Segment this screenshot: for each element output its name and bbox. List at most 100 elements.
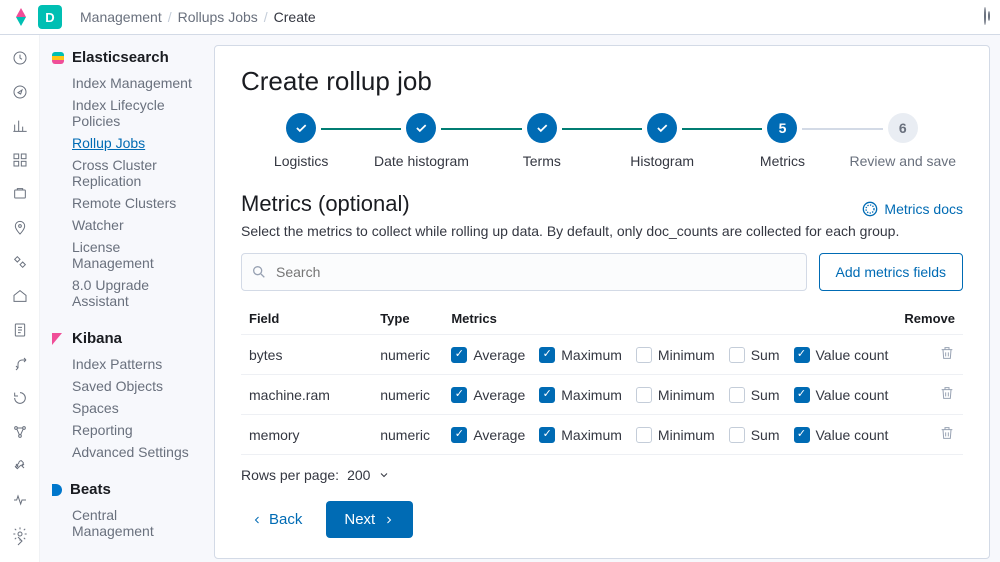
cell-field: memory (241, 415, 372, 455)
cell-metrics: Average Maximum Minimum Sum Value count (443, 415, 896, 455)
page-title: Create rollup job (241, 66, 963, 97)
metric-checkbox-minimum[interactable]: Minimum (636, 387, 715, 403)
canvas-icon[interactable] (11, 185, 29, 203)
next-label: Next (344, 511, 375, 528)
trash-icon[interactable] (939, 385, 955, 401)
checkbox-box (794, 427, 810, 443)
step-logistics[interactable]: Logistics (241, 113, 361, 169)
cell-field: bytes (241, 335, 372, 375)
col-type[interactable]: Type (372, 301, 443, 335)
ml-icon[interactable] (11, 253, 29, 271)
checkbox-box (539, 427, 555, 443)
sidebar-section-elasticsearch: Elasticsearch Index Management Index Lif… (52, 49, 202, 312)
breadcrumb-rollups-jobs[interactable]: Rollups Jobs (178, 9, 258, 25)
sidebar-item-ilm[interactable]: Index Lifecycle Policies (52, 94, 202, 132)
metrics-docs-link[interactable]: Metrics docs (862, 201, 963, 217)
sidebar-title-kibana: Kibana (52, 330, 202, 347)
maps-icon[interactable] (11, 219, 29, 237)
checkbox-box (729, 387, 745, 403)
checkbox-box (794, 387, 810, 403)
recent-icon[interactable] (11, 49, 29, 67)
visualize-icon[interactable] (11, 117, 29, 135)
sidebar-item-license[interactable]: License Management (52, 236, 202, 274)
metric-checkbox-sum[interactable]: Sum (729, 347, 780, 363)
step-terms[interactable]: Terms (482, 113, 602, 169)
metric-checkbox-minimum[interactable]: Minimum (636, 347, 715, 363)
top-right-actions (984, 8, 986, 24)
step-date-histogram[interactable]: Date histogram (361, 113, 481, 169)
monitoring-icon[interactable] (11, 491, 29, 509)
metric-checkbox-average[interactable]: Average (451, 347, 525, 363)
sidebar-item-remote-clusters[interactable]: Remote Clusters (52, 192, 202, 214)
metric-checkbox-maximum[interactable]: Maximum (539, 427, 622, 443)
apm-icon[interactable] (11, 355, 29, 373)
search-input[interactable] (241, 253, 807, 291)
col-field[interactable]: Field (241, 301, 372, 335)
collapse-icon[interactable] (11, 532, 29, 550)
graph-icon[interactable] (11, 423, 29, 441)
metric-checkbox-sum[interactable]: Sum (729, 387, 780, 403)
uptime-icon[interactable] (11, 389, 29, 407)
breadcrumb-create: Create (274, 9, 316, 25)
wizard-stepper: Logistics Date histogram Terms Histogram (241, 113, 963, 169)
breadcrumb-sep: / (264, 9, 268, 25)
help-icon[interactable] (984, 7, 986, 25)
step-histogram[interactable]: Histogram (602, 113, 722, 169)
metric-checkbox-average[interactable]: Average (451, 387, 525, 403)
sidebar-item-index-patterns[interactable]: Index Patterns (52, 353, 202, 375)
docs-link-label: Metrics docs (884, 201, 963, 217)
checkbox-box (451, 387, 467, 403)
kibana-logo-icon[interactable] (12, 8, 30, 26)
rows-per-page[interactable]: Rows per page: 200 (241, 455, 963, 501)
sidebar-item-ccr[interactable]: Cross Cluster Replication (52, 154, 202, 192)
metric-checkbox-maximum[interactable]: Maximum (539, 387, 622, 403)
logs-icon[interactable] (11, 321, 29, 339)
back-button[interactable]: Back (241, 503, 312, 536)
metric-checkbox-average[interactable]: Average (451, 427, 525, 443)
trash-icon[interactable] (939, 425, 955, 441)
metric-checkbox-sum[interactable]: Sum (729, 427, 780, 443)
step-label: Review and save (843, 153, 963, 169)
table-row: machine.ramnumericAverageMaximumMinimumS… (241, 375, 963, 415)
space-badge[interactable]: D (38, 5, 62, 29)
step-metrics[interactable]: 5 Metrics (722, 113, 842, 169)
sidebar-item-watcher[interactable]: Watcher (52, 214, 202, 236)
sidebar-section-kibana: Kibana Index Patterns Saved Objects Spac… (52, 330, 202, 463)
metric-checkbox-value-count[interactable]: Value count (794, 427, 889, 443)
sidebar-item-saved-objects[interactable]: Saved Objects (52, 375, 202, 397)
metric-checkbox-value-count[interactable]: Value count (794, 347, 889, 363)
sidebar-item-rollup-jobs[interactable]: Rollup Jobs (52, 132, 202, 154)
checkbox-box (636, 427, 652, 443)
checkbox-box (451, 347, 467, 363)
checkbox-box (794, 347, 810, 363)
sidebar-item-advanced-settings[interactable]: Advanced Settings (52, 441, 202, 463)
metrics-table: Field Type Metrics Remove bytesnumericAv… (241, 301, 963, 455)
sidebar-item-central-management[interactable]: Central Management (52, 504, 202, 542)
cell-type: numeric (372, 375, 443, 415)
sidebar-item-upgrade-assistant[interactable]: 8.0 Upgrade Assistant (52, 274, 202, 312)
col-metrics: Metrics (443, 301, 896, 335)
breadcrumb-management[interactable]: Management (80, 9, 162, 25)
col-remove: Remove (896, 301, 963, 335)
cell-remove (896, 415, 963, 455)
cell-remove (896, 375, 963, 415)
devtools-icon[interactable] (11, 457, 29, 475)
trash-icon[interactable] (939, 345, 955, 361)
add-metrics-fields-button[interactable]: Add metrics fields (819, 253, 963, 291)
cell-type: numeric (372, 335, 443, 375)
checkbox-label: Sum (751, 427, 780, 443)
elasticsearch-icon (52, 52, 64, 64)
metric-checkbox-minimum[interactable]: Minimum (636, 427, 715, 443)
sidebar-item-spaces[interactable]: Spaces (52, 397, 202, 419)
checkbox-label: Minimum (658, 387, 715, 403)
metric-checkbox-value-count[interactable]: Value count (794, 387, 889, 403)
dashboard-icon[interactable] (11, 151, 29, 169)
sidebar-item-reporting[interactable]: Reporting (52, 419, 202, 441)
main-content: Create rollup job Logistics Date histogr… (210, 35, 1000, 562)
checkbox-label: Average (473, 347, 525, 363)
infra-icon[interactable] (11, 287, 29, 305)
discover-icon[interactable] (11, 83, 29, 101)
next-button[interactable]: Next (326, 501, 413, 538)
metric-checkbox-maximum[interactable]: Maximum (539, 347, 622, 363)
sidebar-item-index-management[interactable]: Index Management (52, 72, 202, 94)
